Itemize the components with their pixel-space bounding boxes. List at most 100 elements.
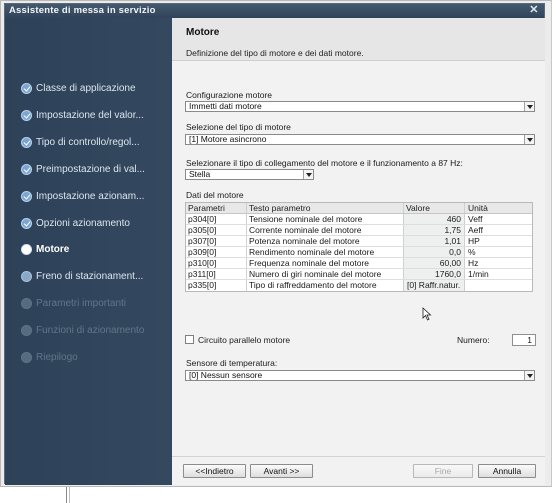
param-cell: p307[0] — [186, 236, 247, 246]
table-header: Parametri Testo parametro Valore Unità — [186, 203, 532, 214]
footer-divider — [172, 456, 545, 457]
number-input[interactable]: 1 — [512, 334, 536, 346]
content-header: Motore Definizione del tipo di motore e … — [172, 18, 545, 61]
value-cell[interactable]: 60,00 — [404, 258, 465, 268]
step-label: Preimpostazione di val... — [36, 163, 145, 175]
connection-label: Selezionare il tipo di collegamento del … — [186, 158, 463, 168]
config-select[interactable]: Immetti dati motore — [185, 101, 535, 112]
step-classe-applicazione[interactable]: Classe di applicazione — [21, 81, 136, 95]
table-row: p311[0] Numero di giri nominale del moto… — [186, 269, 532, 280]
number-label: Numero: — [457, 335, 490, 345]
chevron-down-icon[interactable] — [524, 371, 534, 380]
close-icon[interactable]: ✕ — [527, 4, 541, 17]
temp-sensor-label: Sensore di temperatura: — [186, 358, 278, 368]
param-text-cell: Potenza nominale del motore — [247, 236, 404, 246]
unit-cell: 1/min — [468, 269, 489, 279]
step-label: Riepilogo — [36, 351, 78, 363]
wizard-content: Motore Definizione del tipo di motore e … — [172, 18, 545, 485]
table-row: p309[0] Rendimento nominale del motore 0… — [186, 247, 532, 258]
param-text-cell: Tipo di raffreddamento del motore — [247, 280, 404, 291]
chevron-down-icon[interactable] — [524, 135, 534, 144]
col-header-testo: Testo parametro — [247, 203, 404, 213]
param-cell: p310[0] — [186, 258, 247, 268]
background-divider — [69, 487, 70, 503]
page-title: Motore — [186, 27, 220, 38]
chevron-down-icon[interactable] — [524, 102, 534, 111]
table-row: p335[0] Tipo di raffreddamento del motor… — [186, 280, 532, 291]
check-circle-icon — [21, 109, 32, 121]
wizard-steps-sidebar: Classe di applicazione Impostazione del … — [5, 18, 172, 485]
back-button[interactable]: <<Indietro — [183, 464, 246, 478]
chevron-down-icon[interactable] — [303, 170, 313, 179]
page: Assistente di messa in servizio ✕ Classe… — [0, 0, 558, 503]
check-circle-icon — [21, 190, 32, 202]
temp-sensor-value: [0] Nessun sensore — [189, 370, 263, 380]
param-text-cell: Corrente nominale del motore — [247, 225, 404, 235]
col-header-valore: Valore — [404, 203, 465, 213]
motor-type-label: Selezione del tipo di motore — [186, 122, 291, 132]
step-label: Funzioni di azionamento — [36, 324, 145, 336]
table-row: p310[0] Frequenza nominale del motore 60… — [186, 258, 532, 269]
step-label: Tipo di controllo/regol... — [36, 136, 140, 148]
window-title: Assistente di messa in servizio — [9, 5, 156, 16]
value-cell[interactable]: 1,01 — [404, 236, 465, 246]
param-text-cell: Tensione nominale del motore — [247, 214, 404, 224]
step-tipo-controllo[interactable]: Tipo di controllo/regol... — [21, 135, 140, 149]
current-step-icon — [21, 243, 32, 255]
unit-cell — [465, 280, 532, 291]
step-parametri-importanti: Parametri importanti — [21, 296, 126, 310]
unit-cell: Aeff — [468, 225, 483, 235]
param-cell: p309[0] — [186, 247, 247, 257]
finish-button[interactable]: Fine — [413, 464, 473, 478]
step-label: Impostazione azionam... — [36, 190, 145, 202]
value-cell[interactable]: [0] Raffr.natur. — [404, 280, 465, 291]
value-cell[interactable]: 0,0 — [404, 247, 465, 257]
pending-circle-icon — [21, 270, 32, 282]
step-label: Opzioni azionamento — [36, 217, 130, 229]
cancel-button[interactable]: Annulla — [478, 464, 536, 478]
step-motore[interactable]: Motore — [21, 242, 69, 256]
connection-value: Stella — [189, 169, 211, 179]
unit-cell: Veff — [468, 214, 483, 224]
col-header-unita: Unità — [468, 203, 488, 213]
step-impostazione-valore[interactable]: Impostazione del valor... — [21, 108, 144, 122]
param-text-cell: Frequenza nominale del motore — [247, 258, 404, 268]
disabled-circle-icon — [21, 351, 32, 363]
param-cell: p305[0] — [186, 225, 247, 235]
background-divider — [66, 487, 67, 503]
param-text-cell: Rendimento nominale del motore — [247, 247, 404, 257]
unit-cell: Hz — [468, 258, 479, 268]
step-label: Freno di stazionament... — [36, 270, 144, 282]
table-row: p304[0] Tensione nominale del motore 460… — [186, 214, 532, 225]
motor-data-table: Parametri Testo parametro Valore Unità p… — [185, 202, 533, 292]
check-circle-icon — [21, 82, 32, 94]
motor-data-label: Dati del motore — [186, 190, 244, 200]
step-freno-stazionamento[interactable]: Freno di stazionament... — [21, 269, 143, 283]
table-row: p307[0] Potenza nominale del motore 1,01… — [186, 236, 532, 247]
check-circle-icon — [21, 163, 32, 175]
window-titlebar: Assistente di messa in servizio ✕ — [5, 4, 544, 18]
step-funzioni-azionamento: Funzioni di azionamento — [21, 323, 144, 337]
step-impostazione-azionamento[interactable]: Impostazione azionam... — [21, 189, 144, 203]
step-opzioni-azionamento[interactable]: Opzioni azionamento — [21, 216, 130, 230]
mouse-pointer-icon — [422, 307, 432, 321]
check-circle-icon — [21, 136, 32, 148]
step-riepilogo: Riepilogo — [21, 350, 78, 364]
parallel-circuit-checkbox[interactable] — [185, 335, 194, 344]
param-cell: p335[0] — [186, 280, 247, 291]
unit-cell: HP — [468, 236, 480, 246]
next-button[interactable]: Avanti >> — [250, 464, 313, 478]
page-subtitle: Definizione del tipo di motore e dei dat… — [186, 48, 364, 58]
temp-sensor-select[interactable]: [0] Nessun sensore — [185, 370, 535, 381]
col-header-parametri: Parametri — [186, 203, 247, 213]
motor-type-value: [1] Motore asincrono — [189, 134, 267, 144]
connection-select[interactable]: Stella — [185, 169, 314, 180]
value-cell[interactable]: 1,75 — [404, 225, 465, 235]
param-cell: p311[0] — [186, 269, 247, 279]
param-cell: p304[0] — [186, 214, 247, 224]
motor-type-select[interactable]: [1] Motore asincrono — [185, 134, 535, 145]
value-cell[interactable]: 460 — [404, 214, 465, 224]
step-preimpostazione[interactable]: Preimpostazione di val... — [21, 162, 145, 176]
param-text-cell: Numero di giri nominale del motore — [247, 269, 404, 279]
value-cell[interactable]: 1760,0 — [404, 269, 465, 279]
